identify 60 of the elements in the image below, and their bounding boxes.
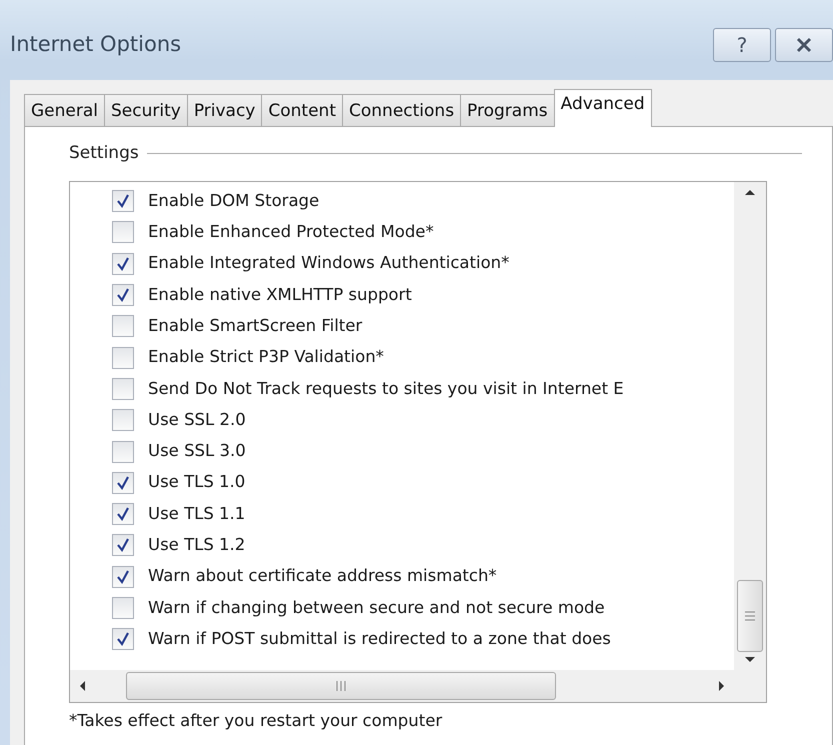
scroll-down-icon[interactable] <box>744 656 756 664</box>
group-title: Settings <box>69 142 139 165</box>
scroll-up-icon[interactable] <box>744 188 756 196</box>
settings-list[interactable] <box>69 180 767 702</box>
setting-label: Enable Enhanced Protected Mode* <box>148 221 434 244</box>
checkbox[interactable] <box>112 628 134 650</box>
window-title: Internet Options <box>10 31 182 58</box>
checkbox[interactable] <box>112 346 134 369</box>
setting-label: Enable native XMLHTTP support <box>148 284 412 306</box>
scroll-left-icon[interactable] <box>78 680 86 692</box>
check-icon <box>116 507 130 522</box>
setting-label: Warn if changing between secure and not secure mode <box>148 596 605 619</box>
setting-label: Enable Strict P3P Validation* <box>148 346 384 368</box>
checkbox[interactable] <box>112 534 134 556</box>
setting-label: Warn about certificate address mismatch* <box>148 565 497 588</box>
check-icon <box>116 632 130 646</box>
setting-label: Use SSL 3.0 <box>148 440 246 462</box>
checkbox[interactable] <box>112 409 134 432</box>
scroll-right-icon[interactable] <box>718 680 726 692</box>
checkbox[interactable] <box>112 378 134 400</box>
setting-label: Enable DOM Storage <box>148 190 320 212</box>
check-icon <box>116 194 130 208</box>
checkbox[interactable] <box>112 315 134 338</box>
setting-label: Enable SmartScreen Filter <box>148 314 362 337</box>
checkbox[interactable] <box>112 503 134 526</box>
checkbox[interactable] <box>112 597 134 619</box>
close-icon <box>795 36 813 54</box>
tab[interactable]: Connections <box>342 94 462 126</box>
close-button[interactable] <box>775 28 833 62</box>
checkbox[interactable] <box>112 252 134 275</box>
tab[interactable]: Privacy <box>186 94 262 126</box>
setting-label: Use TLS 1.2 <box>148 534 246 556</box>
help-button[interactable]: ? <box>713 28 771 62</box>
tab[interactable]: Programs <box>460 94 555 126</box>
check-icon <box>116 570 130 584</box>
checkbox[interactable] <box>112 221 134 244</box>
scroll-thumb[interactable] <box>126 672 556 700</box>
check-icon <box>116 476 130 490</box>
setting-label: Use SSL 2.0 <box>148 408 246 431</box>
tab[interactable]: Advanced <box>554 89 652 127</box>
setting-label: Use TLS 1.1 <box>148 502 246 525</box>
tab[interactable]: Security <box>104 94 188 126</box>
setting-label: Warn if POST submittal is redirected to a zone that does <box>148 628 611 650</box>
checkbox[interactable] <box>112 566 134 588</box>
checkbox[interactable] <box>112 440 134 463</box>
vertical-scrollbar[interactable] <box>734 182 766 670</box>
footnote: *Takes effect after you restart your computer <box>69 710 442 732</box>
tab[interactable]: General <box>24 94 105 126</box>
horizontal-scrollbar[interactable] <box>70 670 734 702</box>
checkbox[interactable] <box>112 190 134 212</box>
check-icon <box>116 256 130 271</box>
check-icon <box>116 288 130 302</box>
check-icon <box>116 538 130 552</box>
setting-label: Use TLS 1.0 <box>148 471 246 494</box>
setting-label: Send Do Not Track requests to sites you visit in Internet E <box>148 378 624 400</box>
setting-label: Enable Integrated Windows Authentication* <box>148 252 510 274</box>
scroll-thumb[interactable] <box>737 580 763 652</box>
tab[interactable]: Content <box>261 94 343 126</box>
checkbox[interactable] <box>112 472 134 494</box>
checkbox[interactable] <box>112 284 134 306</box>
